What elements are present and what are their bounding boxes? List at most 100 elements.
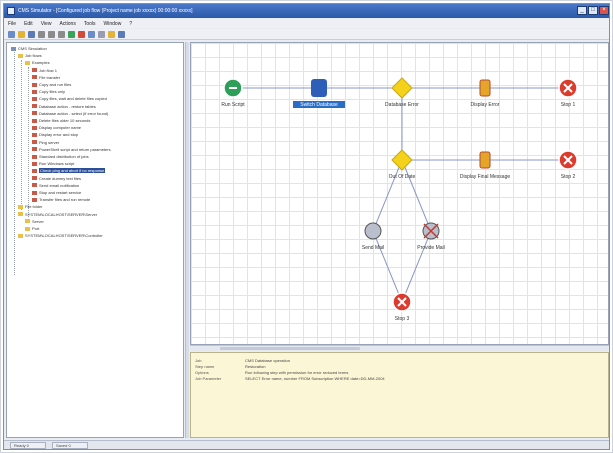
tree-item[interactable]: Copy files, wait and delete files copied <box>32 96 107 101</box>
flow-connector <box>372 230 403 303</box>
grid-icon[interactable] <box>98 30 105 38</box>
folder-icon <box>18 204 23 209</box>
scrollbar-thumb[interactable] <box>220 347 360 350</box>
project-tree[interactable]: CMS Simulation Job flows Examples Job flow … <box>6 42 184 438</box>
property-value: SELECT Error name, number FROM Subscript… <box>245 376 385 381</box>
flow-node-decision[interactable]: Database Error <box>385 77 419 108</box>
tree-item[interactable]: Examples <box>25 60 50 65</box>
help-icon[interactable] <box>118 30 125 38</box>
job-icon <box>32 75 37 80</box>
application-window: CMS Simulator - [Configured job flow (Pr… <box>3 3 610 450</box>
tree-item[interactable]: Display error and stop <box>32 132 78 137</box>
job-icon <box>32 168 37 173</box>
open-icon[interactable] <box>18 30 25 38</box>
zoom-icon[interactable] <box>88 30 95 38</box>
tree-item[interactable]: File folder <box>18 204 43 209</box>
flow-node-label: Out Of Date <box>389 174 416 180</box>
property-value: Restoration <box>245 364 266 369</box>
job-icon <box>32 140 37 145</box>
flow-node-mail-alt[interactable]: Provide Mail <box>417 222 445 251</box>
close-button[interactable]: × <box>599 6 609 15</box>
flow-node-message[interactable]: Display Final Message <box>460 151 511 180</box>
copy-icon[interactable] <box>48 30 55 38</box>
tree-item-label: Send email notification <box>39 182 80 188</box>
tree-item[interactable]: SYSTEM\LOCALHOST\SERVER\Server <box>18 212 97 217</box>
menu-item[interactable]: View <box>41 21 52 27</box>
flow-node-start[interactable]: Run Script <box>221 78 245 108</box>
job-icon <box>32 89 37 94</box>
tree-item[interactable]: Ping server <box>32 140 59 145</box>
tree-item[interactable]: Port <box>25 226 39 231</box>
tree-item[interactable]: Job flows <box>18 53 42 58</box>
stop-icon[interactable] <box>78 30 85 38</box>
job-icon <box>32 183 37 188</box>
flow-node-label: Send Mail <box>362 245 384 251</box>
job-icon <box>32 82 37 87</box>
tree-item[interactable]: Send email notification <box>32 183 79 188</box>
menu-item[interactable]: Edit <box>24 21 33 27</box>
tree-item[interactable]: Display computer name <box>32 125 81 130</box>
tree-item-label: Transfer files and run remote <box>39 197 91 203</box>
tree-item-label: Copy files only <box>39 89 66 95</box>
tree-item[interactable]: Job flow 1 <box>32 68 57 73</box>
flow-node-message[interactable]: Display Error <box>471 79 500 108</box>
flow-node-mail[interactable]: Send Mail <box>362 222 384 251</box>
tree-item[interactable]: Run Windows script <box>32 161 74 166</box>
folder-icon <box>18 212 23 217</box>
tree-item[interactable]: Delete files older 10 seconds <box>32 118 90 123</box>
tree-item[interactable]: File transfer <box>32 75 60 80</box>
tree-item[interactable]: Create dummy text files <box>32 176 81 181</box>
flow-node-task[interactable]: Switch Database <box>293 79 345 108</box>
flow-node-label: Stop 2 <box>561 174 576 180</box>
flow-connector <box>401 159 432 232</box>
tree-item[interactable]: Copy and run files <box>32 82 71 87</box>
horizontal-scrollbar[interactable] <box>190 345 609 351</box>
tree-item[interactable]: Stop and restart service <box>32 190 81 195</box>
tree-item[interactable]: PowerShell script and return parameters <box>32 147 111 152</box>
flow-node-decision[interactable]: Out Of Date <box>389 149 416 180</box>
tree-item[interactable]: Database action - restore tables <box>32 104 96 109</box>
tree-item[interactable]: CMS Simulation <box>11 46 47 51</box>
property-row: Job CMS Database operation <box>195 358 290 363</box>
flow-connector <box>401 230 432 303</box>
tree-item-label: File transfer <box>39 74 61 80</box>
tree-item[interactable]: Database action - select (if error found… <box>32 111 108 116</box>
props-icon[interactable] <box>108 30 115 38</box>
property-value: Run following step with permission for e… <box>245 370 349 375</box>
cut-icon[interactable] <box>38 30 45 38</box>
tree-item-label: Server <box>32 218 44 224</box>
tree-item-label: Database action - select (if error found… <box>39 110 109 116</box>
tree-item[interactable]: SYSTEM\LOCALHOST\SERVER\Controller <box>18 233 103 238</box>
menu-item[interactable]: File <box>8 21 16 27</box>
tree-item-label: Display error and stop <box>39 132 79 138</box>
menu-item[interactable]: Window <box>104 21 122 27</box>
tree-item[interactable]: Check ping and abort if no response <box>32 168 106 174</box>
minimize-button[interactable]: _ <box>577 6 587 15</box>
flow-canvas[interactable]: Run Script Switch Database Database Error D… <box>190 42 609 345</box>
tree-item[interactable]: Server <box>25 219 44 224</box>
property-row: Options Run following step with permissio… <box>195 370 348 375</box>
run-icon[interactable] <box>68 30 75 38</box>
flow-node-stop[interactable]: Stop 3 <box>392 292 412 322</box>
job-icon <box>32 176 37 181</box>
tree-item[interactable]: Standard distribution of jobs <box>32 154 89 159</box>
new-icon[interactable] <box>8 30 15 38</box>
save-icon[interactable] <box>28 30 35 38</box>
job-icon <box>32 96 37 101</box>
flow-node-stop[interactable]: Stop 2 <box>558 150 578 180</box>
title-bar: CMS Simulator - [Configured job flow (Pr… <box>4 4 609 18</box>
maximize-button[interactable]: □ <box>588 6 598 15</box>
menu-item[interactable]: ? <box>129 21 132 27</box>
property-value: CMS Database operation <box>245 358 290 363</box>
flow-node-stop[interactable]: Stop 1 <box>558 78 578 108</box>
folder-icon <box>18 53 23 58</box>
menu-item[interactable]: Tools <box>84 21 96 27</box>
paste-icon[interactable] <box>58 30 65 38</box>
tree-item[interactable]: Copy files only <box>32 89 65 94</box>
tree-item-label: Database action - restore tables <box>39 103 96 109</box>
menu-item[interactable]: Actions <box>59 21 75 27</box>
splitter[interactable] <box>185 42 189 438</box>
property-row: Step name Restoration <box>195 364 265 369</box>
folder-icon <box>11 46 16 51</box>
tree-item[interactable]: Transfer files and run remote <box>32 197 90 202</box>
